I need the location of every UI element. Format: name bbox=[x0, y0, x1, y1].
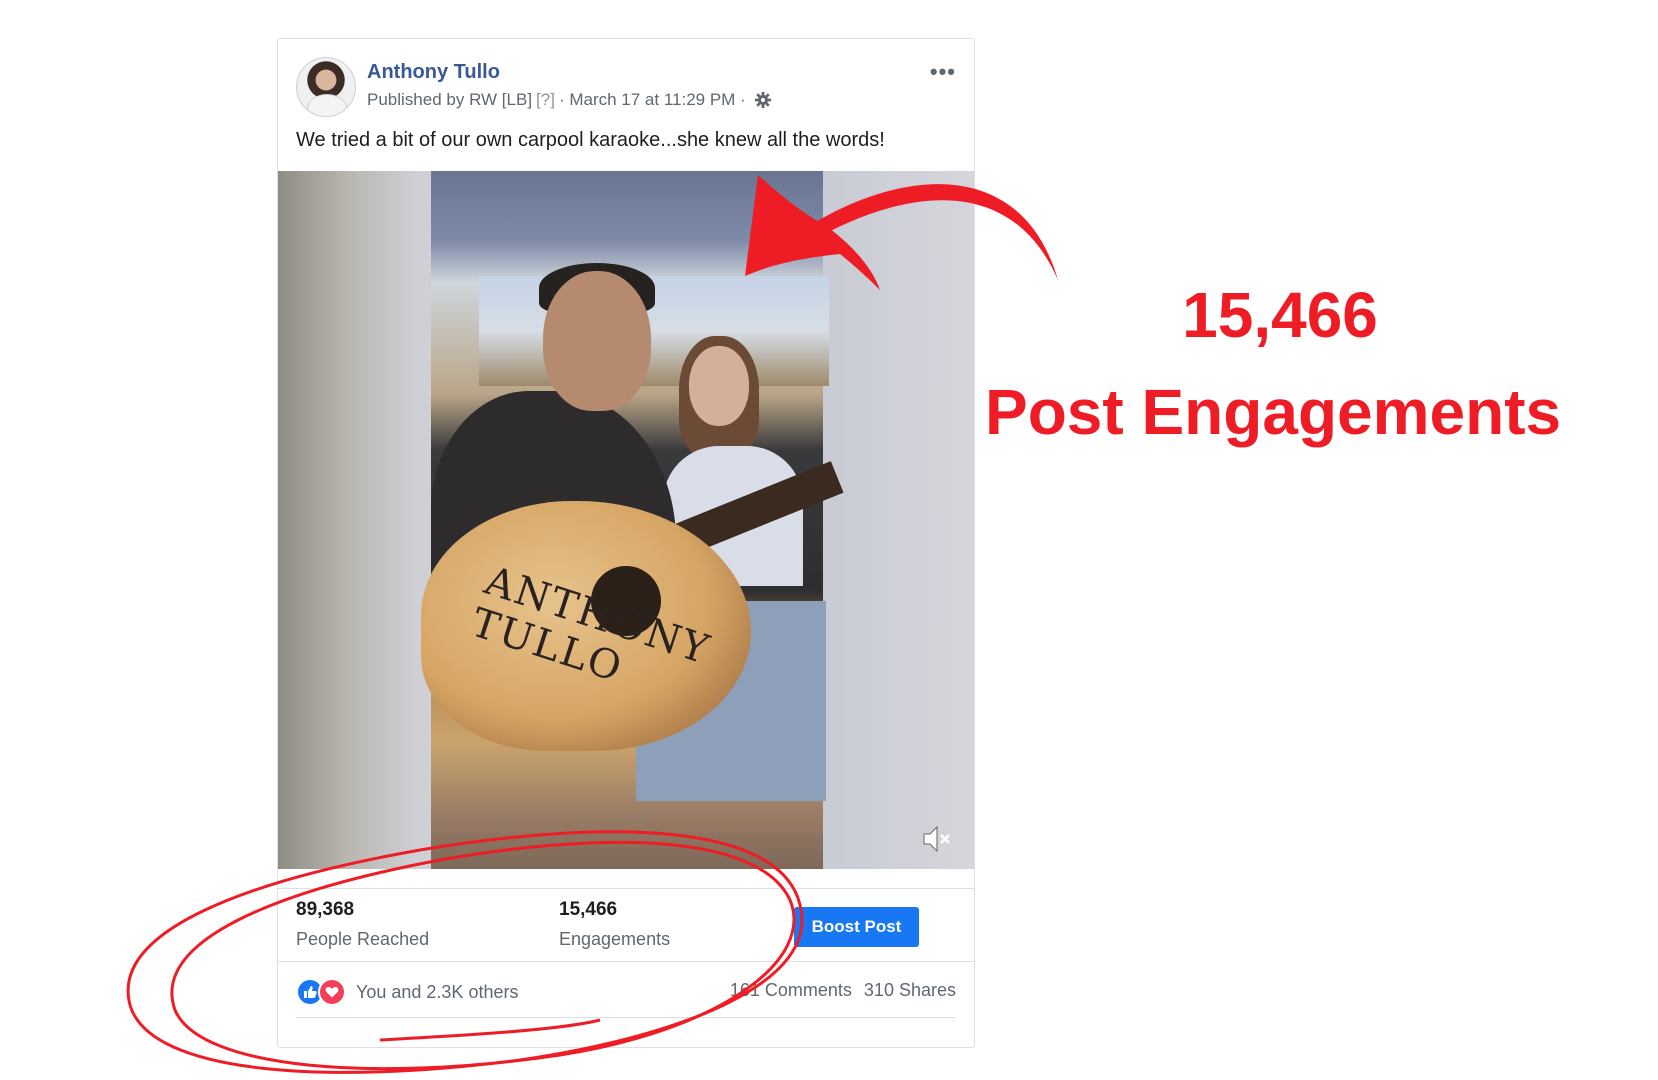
love-icon bbox=[318, 978, 346, 1006]
video-player[interactable]: ANTHONY TULLO bbox=[278, 171, 974, 869]
avatar[interactable] bbox=[296, 57, 356, 117]
post-header: Anthony Tullo Published by RW [LB] [?] ·… bbox=[296, 57, 956, 117]
comments-count[interactable]: 161 Comments bbox=[730, 980, 852, 1001]
mute-icon[interactable] bbox=[918, 821, 954, 857]
engagement-counts: 161 Comments 310 Shares bbox=[730, 980, 956, 1001]
engagements-label: Engagements bbox=[559, 929, 671, 949]
video-frame: ANTHONY TULLO bbox=[421, 171, 844, 869]
facebook-post-card: Anthony Tullo Published by RW [LB] [?] ·… bbox=[277, 38, 975, 1048]
post-timestamp[interactable]: · March 17 at 11:29 PM · bbox=[559, 90, 746, 110]
people-reached-value: 89,368 bbox=[296, 899, 355, 920]
engagements-value: 15,466 bbox=[559, 899, 618, 920]
gear-icon[interactable] bbox=[754, 91, 772, 109]
reactions-text: You and 2.3K others bbox=[356, 981, 519, 1002]
more-icon[interactable]: ••• bbox=[930, 59, 956, 85]
people-reached-stat: 89,368 People Reached bbox=[296, 899, 429, 950]
help-marker[interactable]: [?] bbox=[536, 90, 555, 110]
people-reached-label: People Reached bbox=[296, 929, 430, 949]
girl-figure bbox=[689, 346, 749, 426]
reactions-summary[interactable]: You and 2.3K others bbox=[296, 978, 518, 1006]
divider bbox=[278, 888, 974, 889]
shares-count[interactable]: 310 Shares bbox=[864, 980, 956, 1001]
published-by: Published by RW [LB] bbox=[367, 90, 533, 109]
post-meta: Published by RW [LB] [?] · March 17 at 1… bbox=[367, 90, 772, 110]
post-caption: We tried a bit of our own carpool karaok… bbox=[296, 129, 885, 151]
headline-number: 15,466 bbox=[1182, 279, 1378, 351]
engagements-stat: 15,466 Engagements bbox=[559, 899, 670, 950]
divider bbox=[296, 1017, 956, 1018]
boost-post-button[interactable]: Boost Post bbox=[794, 907, 919, 947]
divider bbox=[278, 961, 974, 962]
headline-label: Post Engagements bbox=[985, 376, 1562, 448]
author-name[interactable]: Anthony Tullo bbox=[367, 61, 500, 84]
